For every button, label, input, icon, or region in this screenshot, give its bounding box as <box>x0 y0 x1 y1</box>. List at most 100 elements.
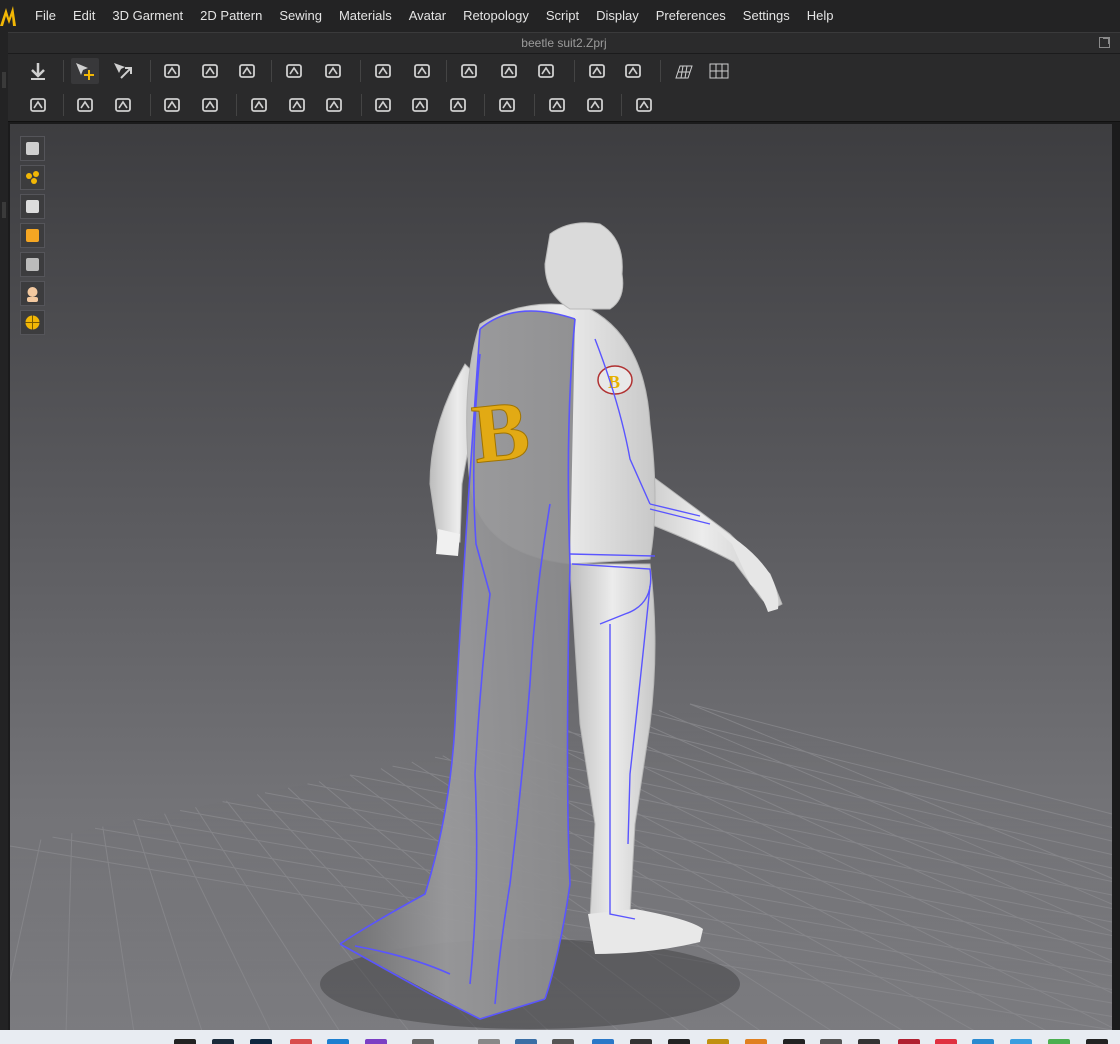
os-taskbar <box>0 1030 1120 1044</box>
main-menu: File Edit 3D Garment 2D Pattern Sewing Materi… <box>35 0 851 32</box>
menu-bar: File Edit 3D Garment 2D Pattern Sewing Materi… <box>0 0 1120 32</box>
taskbar-app-icon[interactable] <box>327 1039 349 1044</box>
pattern-flatten-icon[interactable] <box>455 58 483 84</box>
taskbar-app-icon[interactable] <box>898 1039 920 1044</box>
toolbar-separator <box>360 60 361 82</box>
menu-item-script[interactable]: Script <box>546 0 588 32</box>
toolbar-separator <box>63 94 64 116</box>
edit-mesh-icon[interactable] <box>109 92 137 118</box>
strip-handle[interactable] <box>2 202 6 218</box>
menu-item-settings[interactable]: Settings <box>743 0 799 32</box>
taskbar-app-icon[interactable] <box>745 1039 767 1044</box>
taskbar-app-icon[interactable] <box>1048 1039 1070 1044</box>
strip-handle[interactable] <box>2 72 6 88</box>
avatar-head-icon[interactable] <box>20 281 45 306</box>
toolbar-separator <box>150 60 151 82</box>
button-icon[interactable] <box>406 92 434 118</box>
toolbar-separator <box>271 60 272 82</box>
transform-gizmo-icon[interactable] <box>109 58 137 84</box>
button-attach-icon[interactable] <box>369 92 397 118</box>
cut-line-icon[interactable] <box>196 92 224 118</box>
lock-button-icon[interactable] <box>444 92 472 118</box>
layer-stack-icon[interactable] <box>583 58 611 84</box>
taskbar-app-icon[interactable] <box>935 1039 957 1044</box>
taskbar-app-icon[interactable] <box>478 1039 500 1044</box>
shirt-back-icon[interactable] <box>532 58 560 84</box>
taskbar-app-icon[interactable] <box>515 1039 537 1044</box>
menu-item-retopology[interactable]: Retopology <box>463 0 538 32</box>
menu-item-3d-garment[interactable]: 3D Garment <box>112 0 192 32</box>
taskbar-app-icon[interactable] <box>290 1039 312 1044</box>
menu-item-preferences[interactable]: Preferences <box>656 0 735 32</box>
menu-item-file[interactable]: File <box>35 0 65 32</box>
menu-item-materials[interactable]: Materials <box>339 0 401 32</box>
toolbar-separator <box>660 60 661 82</box>
move-select-icon[interactable] <box>71 58 99 84</box>
menu-item-avatar[interactable]: Avatar <box>409 0 455 32</box>
taskbar-app-icon[interactable] <box>707 1039 729 1044</box>
taskbar-app-icon[interactable] <box>1010 1039 1032 1044</box>
grid-perspective-icon[interactable] <box>669 58 697 84</box>
app-logo-icon[interactable] <box>0 4 18 30</box>
zipper-icon[interactable] <box>493 92 521 118</box>
menu-item-2d-pattern[interactable]: 2D Pattern <box>200 0 271 32</box>
3d-viewport[interactable]: B B <box>10 124 1112 1030</box>
grid-flat-icon[interactable] <box>705 58 733 84</box>
texture-view-icon[interactable] <box>20 223 45 248</box>
taskbar-app-icon[interactable] <box>668 1039 690 1044</box>
taskbar-app-icon[interactable] <box>820 1039 842 1044</box>
tack-icon[interactable] <box>319 58 347 84</box>
trim-icon[interactable] <box>543 92 571 118</box>
layer-merge-icon[interactable] <box>619 58 647 84</box>
taskbar-app-icon[interactable] <box>1086 1039 1108 1044</box>
menu-item-edit[interactable]: Edit <box>73 0 104 32</box>
taskbar-app-icon[interactable] <box>592 1039 614 1044</box>
avatar-view-icon[interactable] <box>20 194 45 219</box>
restore-window-icon[interactable] <box>1099 37 1110 48</box>
menu-item-help[interactable]: Help <box>807 0 843 32</box>
edit-curve-icon[interactable] <box>158 92 186 118</box>
primary-toolbar <box>8 54 1120 88</box>
toolbar-separator <box>236 94 237 116</box>
taskbar-app-icon[interactable] <box>174 1039 196 1044</box>
pin-icon[interactable] <box>280 58 308 84</box>
rotate-pattern-icon[interactable] <box>158 58 186 84</box>
puckering-icon[interactable] <box>581 92 609 118</box>
menu-item-display[interactable]: Display <box>596 0 648 32</box>
fold-arrange-icon[interactable] <box>233 58 261 84</box>
toolbar-separator <box>361 94 362 116</box>
avatar-walk-icon[interactable] <box>24 92 52 118</box>
toolbar-separator <box>150 94 151 116</box>
taskbar-app-icon[interactable] <box>552 1039 574 1044</box>
surface-view-icon[interactable] <box>20 252 45 277</box>
document-title-bar: beetle suit2.Zprj <box>8 32 1120 53</box>
taskbar-app-icon[interactable] <box>365 1039 387 1044</box>
secondary-toolbar <box>8 88 1120 122</box>
pleat-icon[interactable] <box>283 92 311 118</box>
taskbar-app-icon[interactable] <box>412 1039 434 1044</box>
measure-icon[interactable] <box>630 92 658 118</box>
app-window: File Edit 3D Garment 2D Pattern Sewing Materi… <box>0 0 1120 1044</box>
line-draw-icon[interactable] <box>369 58 397 84</box>
taskbar-app-icon[interactable] <box>630 1039 652 1044</box>
scale-pattern-icon[interactable] <box>196 58 224 84</box>
taskbar-app-icon[interactable] <box>212 1039 234 1044</box>
taskbar-app-icon[interactable] <box>250 1039 272 1044</box>
garment-icon[interactable] <box>320 92 348 118</box>
toolbar-separator <box>63 60 64 82</box>
select-mesh-icon[interactable] <box>71 92 99 118</box>
toolbar-separator <box>484 94 485 116</box>
taskbar-app-icon[interactable] <box>858 1039 880 1044</box>
3d-scene[interactable]: B B <box>10 124 1112 1030</box>
fold-tool-icon[interactable] <box>245 92 273 118</box>
globe-grid-icon[interactable] <box>20 310 45 335</box>
taskbar-app-icon[interactable] <box>783 1039 805 1044</box>
garment-view-icon[interactable] <box>20 136 45 161</box>
download-arrow-icon[interactable] <box>24 58 52 84</box>
segment-sew-icon[interactable] <box>408 58 436 84</box>
left-edge-strip <box>0 32 8 1030</box>
taskbar-app-icon[interactable] <box>972 1039 994 1044</box>
shirt-front-icon[interactable] <box>495 58 523 84</box>
points-view-icon[interactable] <box>20 165 45 190</box>
menu-item-sewing[interactable]: Sewing <box>279 0 331 32</box>
